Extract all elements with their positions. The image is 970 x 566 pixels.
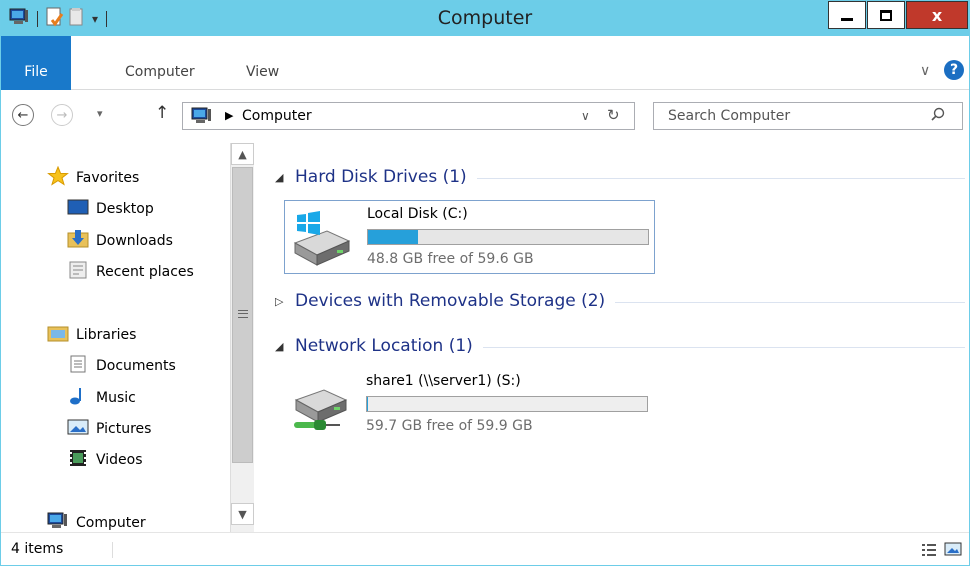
minimize-icon: [841, 17, 853, 21]
breadcrumb-chevron-icon[interactable]: ▶: [225, 109, 233, 122]
collapse-triangle-icon: ◢: [275, 170, 284, 184]
navigation-pane: Favorites Desktop Downloads Recent place…: [1, 140, 257, 532]
drive-name: Local Disk (C:): [367, 206, 468, 222]
tab-view[interactable]: View: [246, 64, 279, 80]
nav-computer-label: Computer: [76, 515, 146, 531]
nav-documents[interactable]: Documents: [67, 353, 176, 379]
nav-libraries[interactable]: Libraries: [47, 322, 136, 348]
drive-tile-network-share[interactable]: share1 (\\server1) (S:) 59.7 GB free of …: [284, 368, 655, 442]
search-box[interactable]: [653, 102, 963, 130]
large-icons-view-icon[interactable]: [944, 541, 962, 561]
scrollbar-thumb[interactable]: [232, 167, 253, 463]
drive-usage-bar: [367, 229, 649, 245]
window-title: Computer: [437, 7, 533, 29]
explorer-window: ▾ Computer x File Computer View ∨ ? ← → …: [0, 0, 970, 566]
computer-location-icon: [191, 107, 213, 129]
up-button[interactable]: ↑: [155, 103, 169, 123]
nav-recent-places[interactable]: Recent places: [67, 259, 194, 285]
forward-button[interactable]: →: [51, 104, 73, 126]
status-separator: [112, 542, 113, 558]
group-divider: [615, 301, 965, 303]
nav-documents-label: Documents: [96, 358, 176, 374]
navigation-bar: ← → ▾ ↑ ▶ Computer ∨ ↻: [1, 90, 969, 140]
forward-arrow-icon: →: [56, 107, 68, 123]
drive-usage-fill: [368, 230, 419, 244]
tab-computer[interactable]: Computer: [125, 64, 195, 80]
libraries-icon: [47, 324, 69, 346]
back-arrow-icon: ←: [17, 107, 29, 123]
drive-tile-local-disk[interactable]: Local Disk (C:) 48.8 GB free of 59.6 GB: [284, 200, 655, 274]
videos-icon: [67, 449, 89, 471]
nav-videos-label: Videos: [96, 452, 143, 468]
nav-scrollbar[interactable]: ▲ ▼: [230, 143, 254, 532]
help-icon[interactable]: ?: [944, 60, 964, 80]
drive-free-space: 48.8 GB free of 59.6 GB: [367, 251, 534, 267]
back-button[interactable]: ←: [12, 104, 34, 126]
title-bar: ▾ Computer x: [1, 1, 969, 36]
nav-music-label: Music: [96, 390, 136, 406]
search-input[interactable]: [654, 103, 924, 129]
recent-places-icon: [67, 261, 89, 283]
group-header-hard-disks[interactable]: ◢ Hard Disk Drives (1): [275, 165, 965, 189]
close-button[interactable]: x: [906, 1, 968, 29]
computer-nav-icon: [47, 512, 69, 532]
group-divider: [476, 177, 965, 179]
details-view-icon[interactable]: [921, 542, 937, 562]
nav-computer[interactable]: Computer: [47, 510, 146, 532]
drive-name: share1 (\\server1) (S:): [366, 373, 521, 389]
search-icon[interactable]: [930, 107, 946, 127]
address-history-dropdown[interactable]: ∨: [581, 109, 590, 123]
windows-drive-icon: [289, 207, 351, 269]
documents-icon: [67, 355, 89, 377]
expand-ribbon-chevron-icon[interactable]: ∨: [920, 63, 930, 79]
group-title: Hard Disk Drives (1): [295, 167, 467, 187]
expand-triangle-icon: ▷: [275, 294, 284, 308]
group-header-network-location[interactable]: ◢ Network Location (1): [275, 334, 965, 358]
nav-favorites[interactable]: Favorites: [47, 165, 139, 191]
group-title: Network Location (1): [295, 336, 473, 356]
group-divider: [482, 346, 965, 348]
maximize-icon: [880, 9, 892, 21]
breadcrumb-computer[interactable]: Computer: [242, 108, 312, 124]
nav-downloads[interactable]: Downloads: [67, 228, 173, 254]
nav-favorites-label: Favorites: [76, 170, 140, 186]
downloads-icon: [67, 230, 89, 252]
star-icon: [47, 165, 69, 190]
scroll-down-arrow-icon[interactable]: ▼: [231, 503, 254, 525]
maximize-button[interactable]: [867, 1, 905, 29]
drive-usage-fill: [367, 397, 368, 411]
recent-locations-dropdown[interactable]: ▾: [97, 107, 103, 120]
nav-pictures-label: Pictures: [96, 421, 152, 437]
desktop-icon: [67, 198, 89, 220]
network-drive-icon: [288, 374, 350, 436]
drive-free-space: 59.7 GB free of 59.9 GB: [366, 418, 533, 434]
minimize-button[interactable]: [828, 1, 866, 29]
nav-music[interactable]: Music: [67, 385, 136, 411]
nav-pictures[interactable]: Pictures: [67, 416, 151, 442]
address-bar[interactable]: ▶ Computer ∨ ↻: [182, 102, 635, 130]
music-icon: [67, 387, 89, 409]
item-count: 4 items: [11, 541, 64, 557]
nav-desktop-label: Desktop: [96, 201, 154, 217]
nav-libraries-label: Libraries: [76, 327, 137, 343]
refresh-icon[interactable]: ↻: [607, 106, 620, 124]
nav-desktop[interactable]: Desktop: [67, 196, 154, 222]
group-header-removable-storage[interactable]: ▷ Devices with Removable Storage (2): [275, 289, 965, 313]
content-pane: ◢ Hard Disk Drives (1) Local Disk (C:) 4…: [261, 140, 967, 532]
ribbon: File Computer View ∨ ?: [1, 36, 969, 90]
scroll-up-arrow-icon[interactable]: ▲: [231, 143, 254, 165]
tab-file[interactable]: File: [1, 36, 71, 90]
nav-recent-places-label: Recent places: [96, 264, 194, 280]
ribbon-tabs: File Computer View ∨ ?: [1, 36, 969, 90]
nav-downloads-label: Downloads: [96, 233, 173, 249]
scrollbar-grip-icon: [238, 310, 248, 318]
drive-usage-bar: [366, 396, 648, 412]
status-bar: 4 items: [1, 532, 969, 565]
group-title: Devices with Removable Storage (2): [295, 291, 606, 311]
collapse-triangle-icon: ◢: [275, 339, 284, 353]
pictures-icon: [67, 418, 89, 440]
nav-videos[interactable]: Videos: [67, 447, 143, 473]
